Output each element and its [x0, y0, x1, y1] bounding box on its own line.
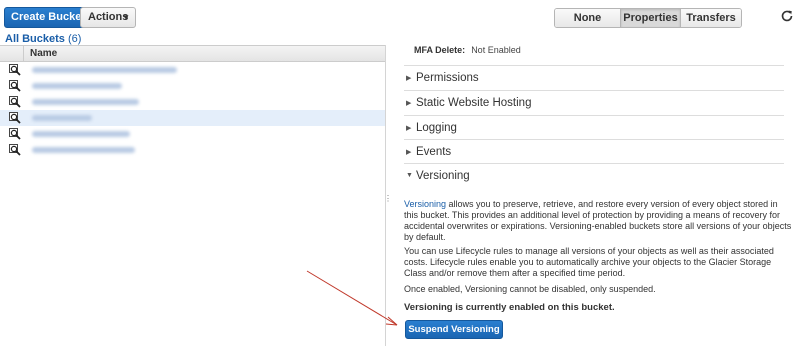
all-buckets-link[interactable]: All Buckets: [5, 33, 65, 45]
suspend-versioning-button[interactable]: Suspend Versioning: [405, 320, 503, 339]
toolbar: Create Bucket Actions ▼ None Properties T…: [0, 0, 800, 34]
magnifier-icon[interactable]: [9, 144, 21, 156]
tab-none[interactable]: None: [555, 9, 621, 27]
breadcrumb: All Buckets (6): [5, 33, 81, 45]
magnifier-icon[interactable]: [9, 112, 21, 124]
tab-properties[interactable]: Properties: [621, 9, 681, 27]
section-events[interactable]: ▶ Events: [404, 139, 784, 164]
view-segmented-control: None Properties Transfers: [554, 8, 742, 28]
mfa-delete-label: MFA Delete:: [414, 45, 466, 55]
bucket-name-redacted: [32, 83, 122, 89]
header-icon-column: [0, 46, 24, 61]
versioning-status: Versioning is currently enabled on this …: [404, 302, 615, 313]
tab-transfers[interactable]: Transfers: [681, 9, 741, 27]
section-permissions[interactable]: ▶ Permissions: [404, 65, 784, 90]
magnifier-icon[interactable]: [9, 96, 21, 108]
section-versioning[interactable]: ▼ Versioning: [404, 163, 784, 188]
bucket-count: (6): [67, 33, 82, 45]
caret-right-icon: ▶: [406, 125, 412, 132]
bucket-name-redacted: [32, 115, 92, 121]
bucket-name-redacted: [32, 131, 130, 137]
versioning-help-link[interactable]: Versioning: [404, 199, 446, 209]
caret-right-icon: ▶: [406, 149, 412, 156]
table-row[interactable]: [0, 142, 385, 158]
refresh-icon[interactable]: [780, 9, 794, 23]
bucket-name-redacted: [32, 67, 177, 73]
bucket-list: Name: [0, 45, 385, 346]
table-row[interactable]: [0, 94, 385, 110]
magnifier-icon[interactable]: [9, 80, 21, 92]
versioning-note: Once enabled, Versioning cannot be disab…: [404, 284, 656, 294]
mfa-delete-row: MFA Delete: Not Enabled: [414, 45, 521, 55]
section-label: Versioning: [416, 170, 470, 182]
caret-right-icon: ▶: [406, 75, 412, 82]
table-row[interactable]: [0, 78, 385, 94]
section-label: Events: [416, 146, 452, 158]
section-static-website-hosting[interactable]: ▶ Static Website Hosting: [404, 90, 784, 115]
bucket-name-redacted: [32, 147, 135, 153]
table-row[interactable]: [0, 110, 385, 126]
versioning-description-text: allows you to preserve, retrieve, and re…: [404, 199, 792, 242]
table-row[interactable]: [0, 62, 385, 78]
create-bucket-button[interactable]: Create Bucket: [4, 7, 92, 28]
properties-panel: MFA Delete: Not Enabled ▶ Permissions ▶ S…: [386, 45, 800, 346]
section-label: Logging: [416, 122, 457, 134]
table-row[interactable]: [0, 126, 385, 142]
section-label: Permissions: [416, 72, 479, 84]
lifecycle-description: You can use Lifecycle rules to manage al…: [404, 246, 774, 278]
magnifier-icon[interactable]: [9, 128, 21, 140]
caret-right-icon: ▶: [406, 100, 412, 107]
table-header: Name: [0, 45, 385, 62]
chevron-down-icon: ▼: [122, 13, 130, 22]
versioning-description: Versioning allows you to preserve, retri…: [404, 199, 794, 243]
bucket-name-redacted: [32, 99, 139, 105]
caret-down-icon: ▼: [406, 172, 413, 179]
column-header-name[interactable]: Name: [30, 48, 57, 59]
section-label: Static Website Hosting: [416, 97, 532, 109]
magnifier-icon[interactable]: [9, 64, 21, 76]
section-logging[interactable]: ▶ Logging: [404, 115, 784, 140]
mfa-delete-value: Not Enabled: [471, 45, 521, 55]
actions-dropdown[interactable]: Actions ▼: [80, 7, 136, 28]
